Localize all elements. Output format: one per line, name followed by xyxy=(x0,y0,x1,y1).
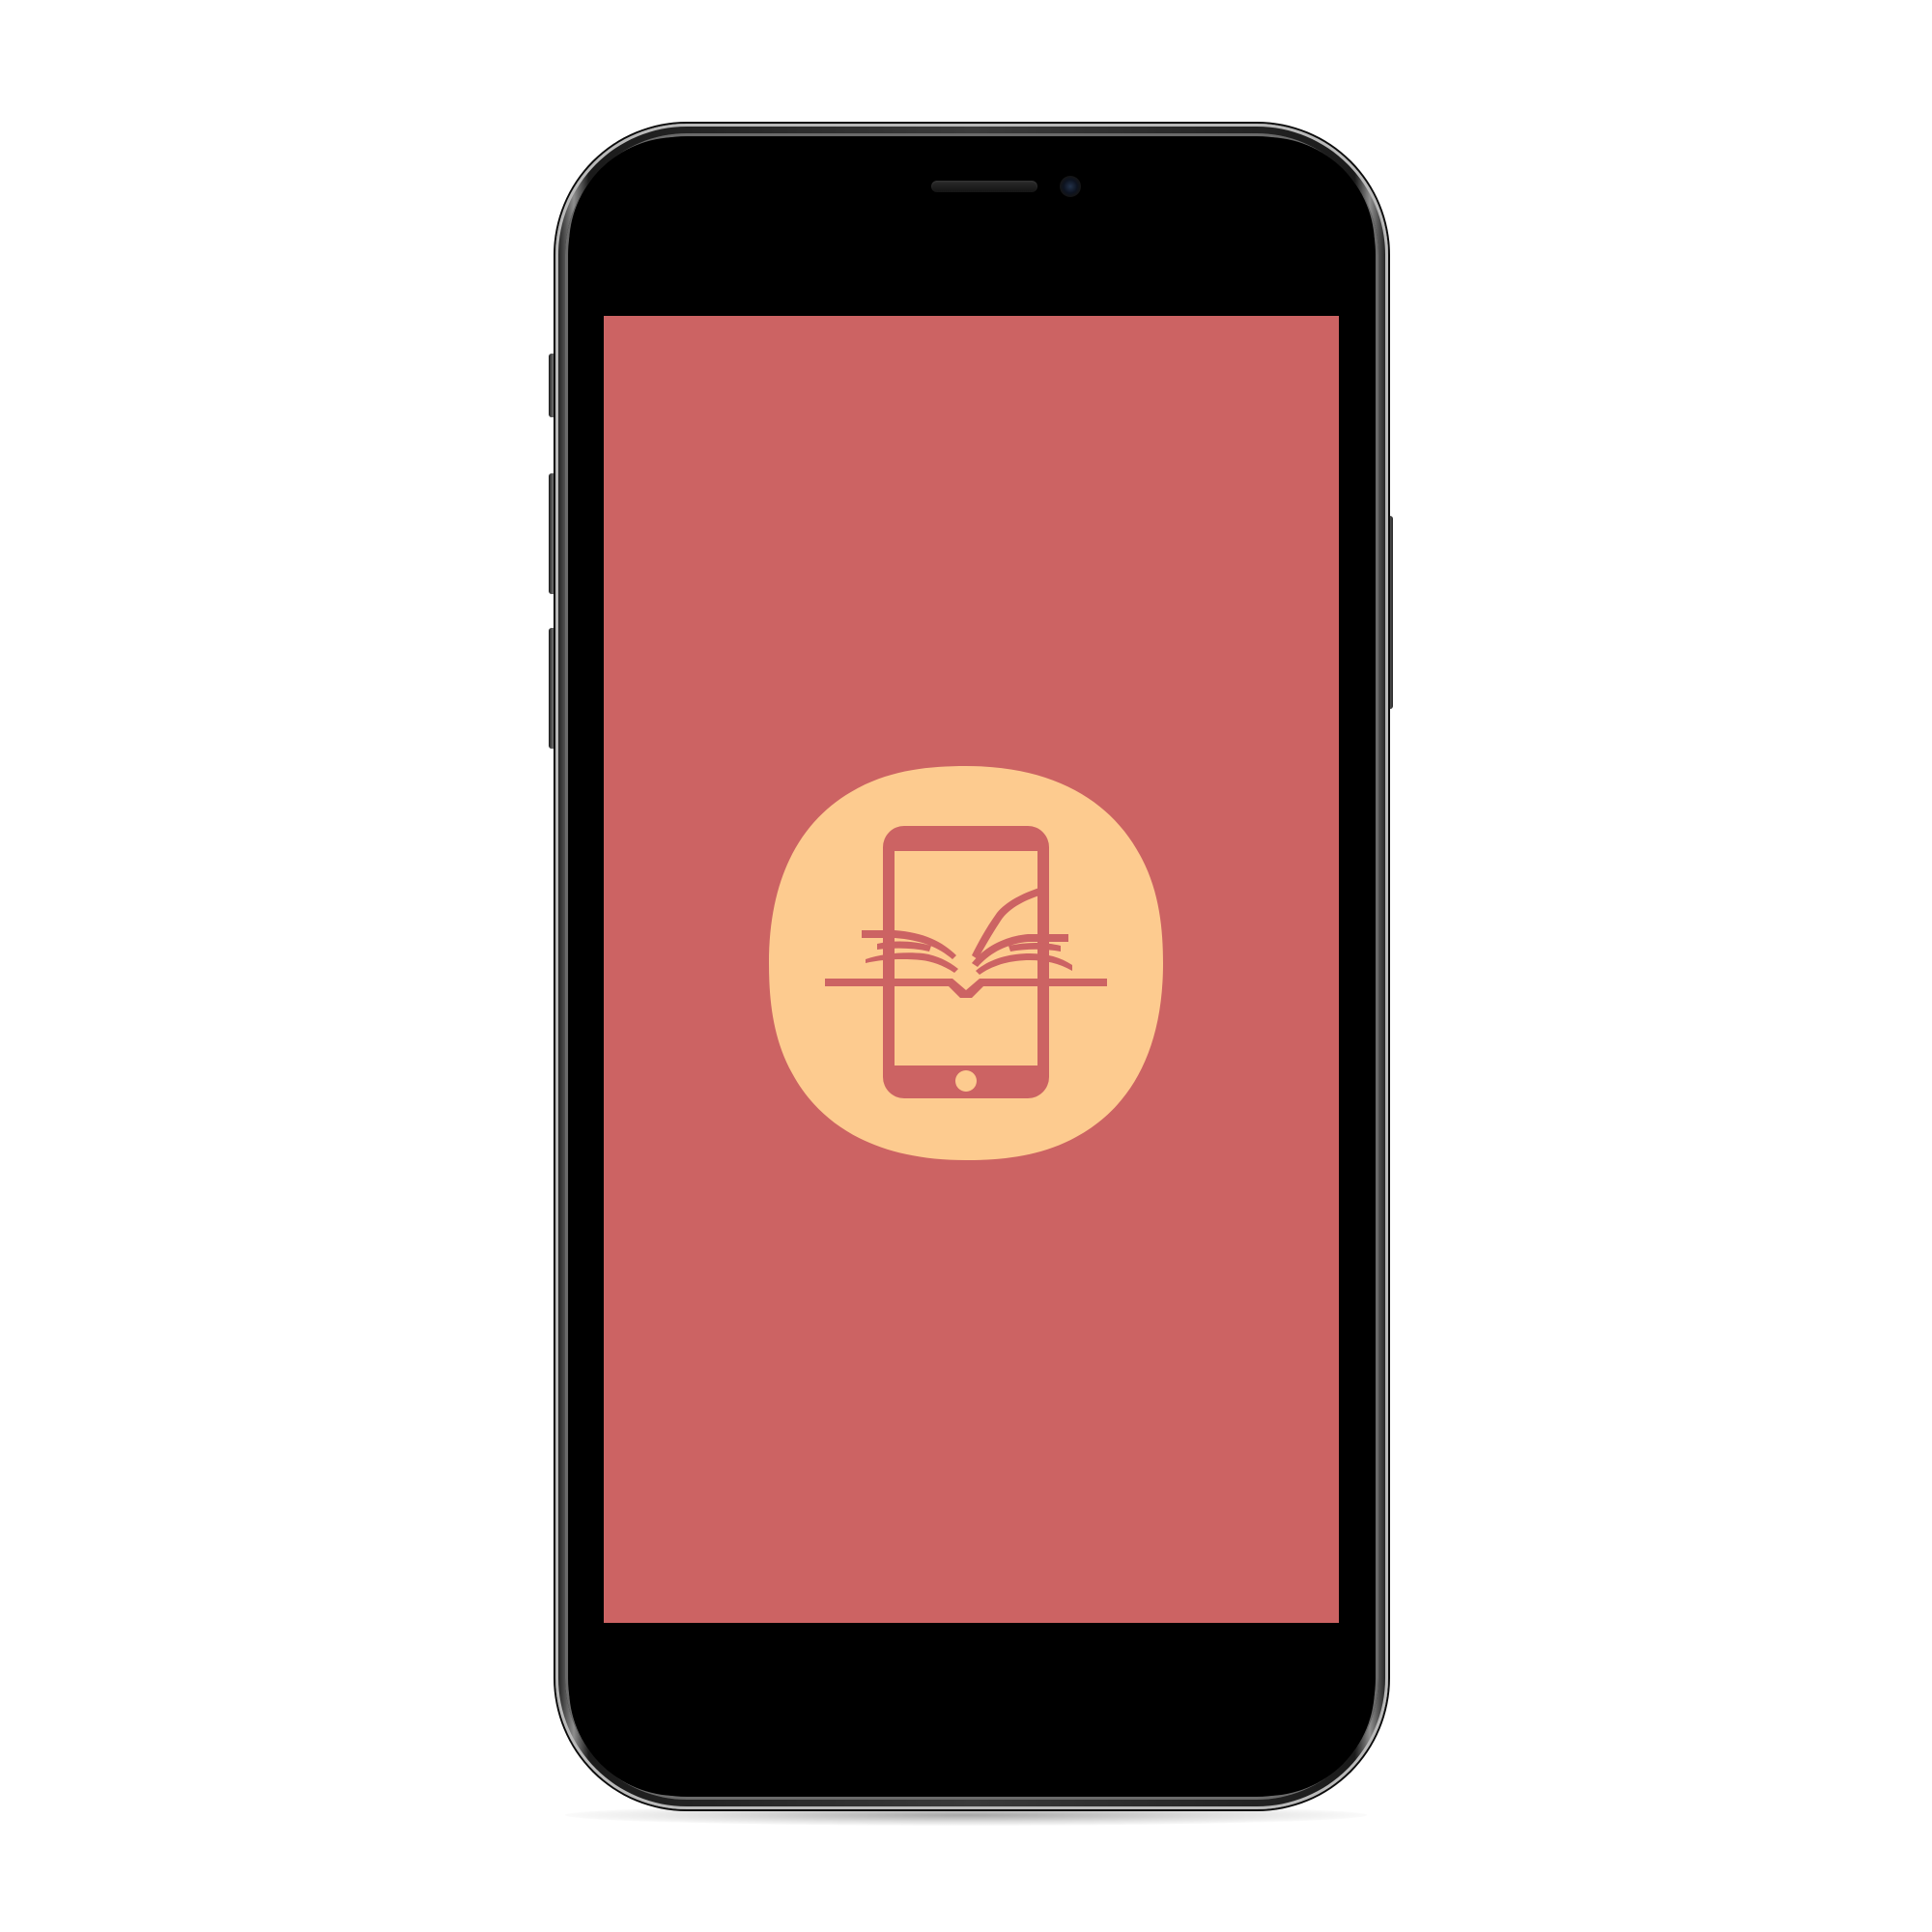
mockup-stage xyxy=(0,0,1932,1932)
front-camera xyxy=(1060,176,1081,197)
mobile-book-icon xyxy=(769,766,1163,1160)
phone-glyph-home xyxy=(955,1070,977,1092)
earpiece-speaker xyxy=(931,181,1037,192)
app-logo xyxy=(769,766,1163,1160)
